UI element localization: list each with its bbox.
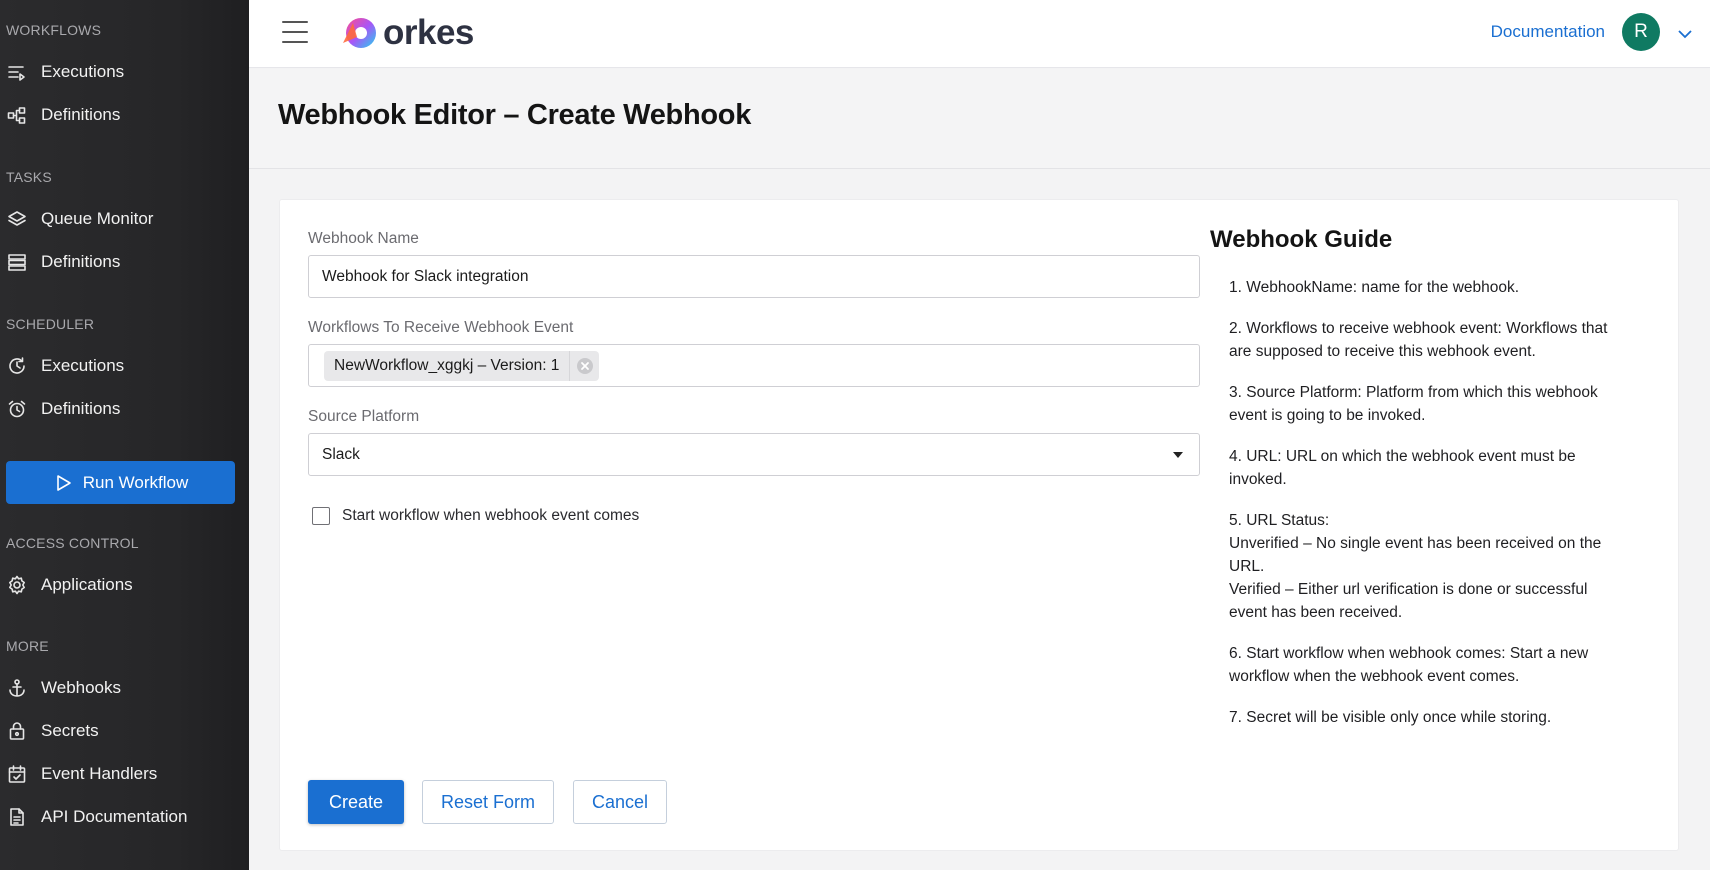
section-label-access-control: ACCESS CONTROL — [6, 535, 139, 551]
sidebar-item-label: Definitions — [41, 399, 121, 418]
section-label-more: MORE — [6, 638, 49, 654]
sidebar-item-label: Definitions — [41, 252, 121, 271]
guide-item: 1. WebhookName: name for the webhook. — [1229, 279, 1520, 296]
sidebar-item-event-handlers[interactable]: Event Handlers — [0, 754, 249, 794]
sidebar-item-task-definitions[interactable]: Definitions — [0, 242, 249, 282]
guide-title: Webhook Guide — [1210, 226, 1393, 253]
top-header: orkes Documentation R — [249, 0, 1710, 68]
sidebar-item-label: Executions — [41, 62, 125, 81]
sidebar-item-workflow-executions[interactable]: Executions — [0, 52, 249, 92]
start-workflow-option: Start workflow when webhook event comes — [312, 507, 639, 525]
hamburger-menu-icon[interactable] — [282, 21, 308, 43]
layers-icon — [6, 208, 28, 230]
run-workflow-label: Run Workflow — [82, 472, 189, 492]
guide-item: 6. Start workflow when webhook comes: St… — [1229, 645, 1589, 685]
start-workflow-checkbox[interactable] — [312, 507, 330, 525]
chevron-down-icon[interactable] — [1678, 26, 1692, 39]
section-label-scheduler: SCHEDULER — [6, 316, 95, 332]
guide-item: Unverified – No single event has been re… — [1229, 535, 1602, 575]
guide-list: 1. WebhookName: name for the webhook. 2.… — [1229, 276, 1629, 747]
guide-item: 3. Source Platform: Platform from which … — [1229, 384, 1598, 424]
remove-chip-icon[interactable] — [569, 350, 599, 381]
section-label-tasks: TASKS — [6, 169, 52, 185]
sidebar-item-label: Executions — [41, 356, 125, 375]
sidebar-item-label: Queue Monitor — [41, 209, 154, 228]
avatar[interactable]: R — [1622, 13, 1660, 51]
webhook-name-input[interactable] — [308, 255, 1200, 298]
play-icon — [56, 474, 71, 491]
workflows-multiselect[interactable]: NewWorkflow_xggkj – Version: 1 — [308, 344, 1200, 387]
section-label-workflows: WORKFLOWS — [6, 22, 102, 38]
workflow-diagram-icon — [6, 104, 28, 126]
sidebar-item-webhooks[interactable]: Webhooks — [0, 668, 249, 708]
sidebar-item-scheduler-definitions[interactable]: Definitions — [0, 389, 249, 429]
run-workflow-button[interactable]: Run Workflow — [6, 461, 235, 504]
workflow-chip-label: NewWorkflow_xggkj – Version: 1 — [334, 356, 560, 374]
sidebar-item-label: API Documentation — [41, 807, 188, 826]
cancel-button[interactable]: Cancel — [573, 780, 667, 824]
sidebar-item-label: Event Handlers — [41, 764, 158, 783]
guide-item: 2. Workflows to receive webhook event: W… — [1229, 320, 1608, 360]
sidebar-item-label: Secrets — [41, 721, 99, 740]
caret-down-icon — [1173, 452, 1183, 458]
guide-item: 5. URL Status: — [1229, 512, 1330, 529]
stack-icon — [6, 251, 28, 273]
sidebar-item-applications[interactable]: Applications — [0, 565, 249, 605]
gear-icon — [6, 574, 28, 596]
calendar-check-icon — [6, 763, 28, 785]
refresh-clock-icon — [6, 355, 28, 377]
source-platform-label: Source Platform — [308, 408, 420, 425]
alarm-clock-icon — [6, 398, 28, 420]
source-platform-select[interactable]: Slack — [308, 433, 1200, 476]
sidebar-item-secrets[interactable]: Secrets — [0, 711, 249, 751]
page-title-band: Webhook Editor – Create Webhook — [249, 69, 1710, 169]
executions-list-icon — [6, 61, 28, 83]
workflow-chip: NewWorkflow_xggkj – Version: 1 — [324, 350, 600, 381]
guide-item: 4. URL: URL on which the webhook event m… — [1229, 448, 1576, 488]
start-workflow-label: Start workflow when webhook event comes — [342, 507, 640, 524]
sidebar-item-label: Definitions — [41, 105, 121, 124]
sidebar: WORKFLOWS Executions Definitions TASKS Q… — [0, 0, 249, 870]
sidebar-item-label: Applications — [41, 575, 133, 594]
anchor-icon — [6, 677, 28, 699]
sidebar-item-scheduler-executions[interactable]: Executions — [0, 346, 249, 386]
orkes-logo[interactable]: orkes — [339, 12, 474, 54]
reset-form-button[interactable]: Reset Form — [422, 780, 554, 824]
sidebar-item-api-documentation[interactable]: API Documentation — [0, 797, 249, 837]
workflows-label: Workflows To Receive Webhook Event — [308, 319, 574, 336]
guide-item: 7. Secret will be visible only once whil… — [1229, 709, 1552, 726]
sidebar-item-label: Webhooks — [41, 678, 122, 697]
create-button[interactable]: Create — [308, 780, 404, 824]
sidebar-item-queue-monitor[interactable]: Queue Monitor — [0, 199, 249, 239]
webhook-form-card: Webhook Name Workflows To Receive Webhoo… — [279, 199, 1679, 851]
guide-item: Verified – Either url verification is do… — [1229, 581, 1588, 621]
lock-bag-icon — [6, 720, 28, 742]
page-title: Webhook Editor – Create Webhook — [278, 99, 752, 131]
document-icon — [6, 806, 28, 828]
source-platform-value: Slack — [322, 445, 360, 463]
webhook-name-label: Webhook Name — [308, 230, 419, 247]
sidebar-item-workflow-definitions[interactable]: Definitions — [0, 95, 249, 135]
documentation-link[interactable]: Documentation — [1491, 22, 1605, 42]
orkes-logo-mark-icon — [339, 13, 379, 53]
logo-wordmark: orkes — [383, 13, 474, 52]
